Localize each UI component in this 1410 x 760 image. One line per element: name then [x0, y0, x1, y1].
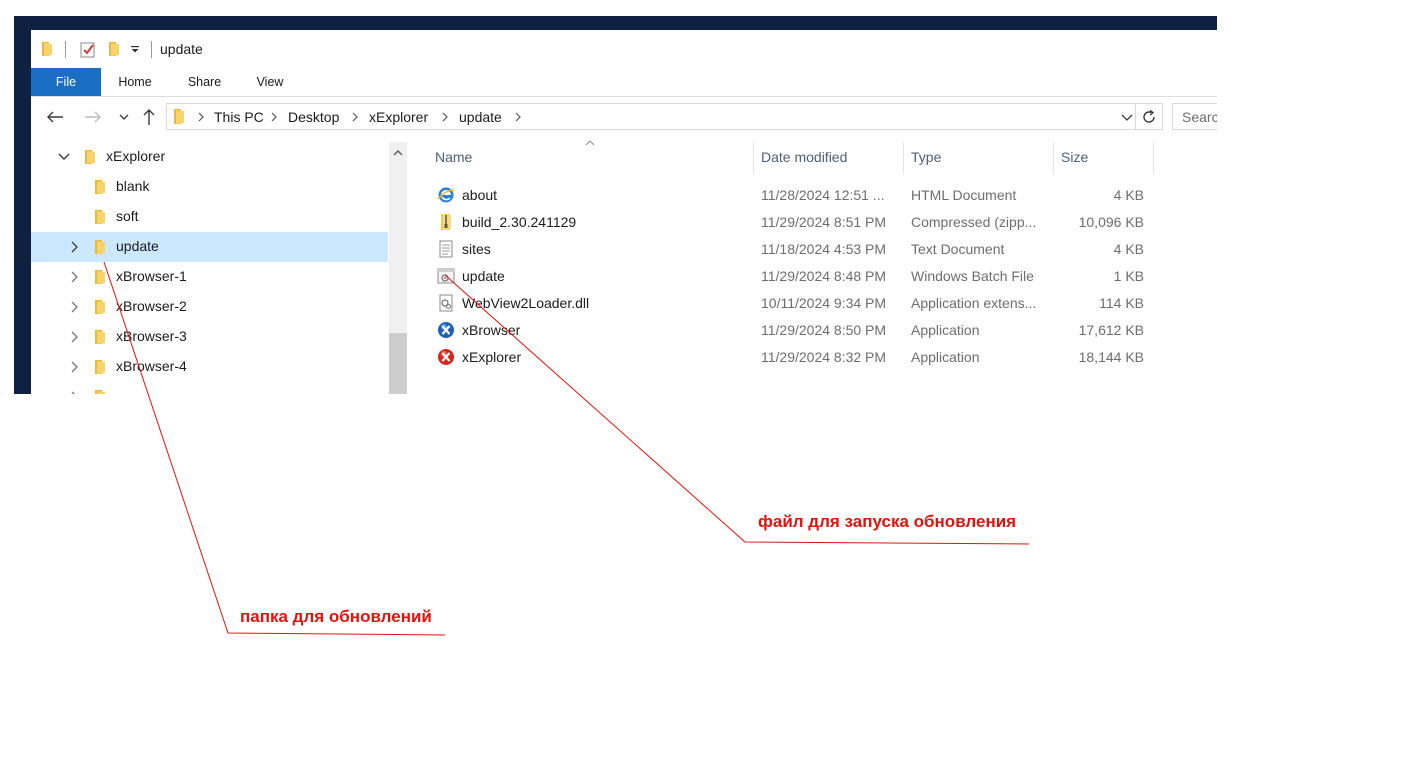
file-callout-line [444, 274, 1030, 545]
file-annotation-label: файл для запуска обновления [758, 512, 1017, 531]
annotation-lines [103, 261, 1030, 636]
folder-callout-line [103, 261, 446, 636]
folder-annotation-label: папка для обновлений [240, 607, 432, 626]
